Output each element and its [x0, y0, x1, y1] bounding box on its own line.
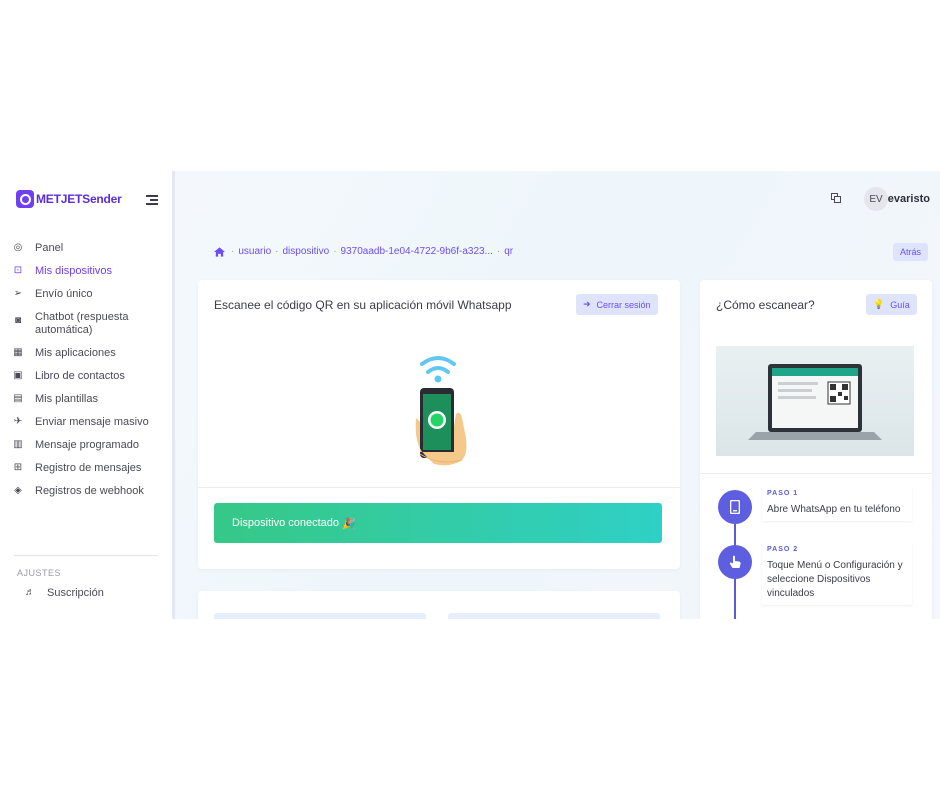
templates-icon: ▤ — [13, 393, 23, 404]
step-1: PASO 1 Abre WhatsApp en tu teléfono — [762, 486, 912, 521]
whatsapp-logo-icon — [16, 190, 34, 208]
topbar: EV evaristo — [178, 171, 940, 226]
sidebar-nav: ◎ Panel ⊡ Mis dispositivos ➢ Envío único… — [0, 242, 172, 508]
breadcrumb: · usuario · dispositivo · 9370aadb-1e04-… — [214, 246, 513, 257]
card-divider — [700, 473, 932, 474]
log-icon: ⊞ — [13, 462, 23, 473]
logout-icon: ➜ — [583, 299, 591, 309]
back-button[interactable]: Atrás — [892, 243, 928, 261]
sidebar-item-label: Enviar mensaje masivo — [35, 416, 149, 428]
placeholder-block — [448, 613, 660, 619]
logout-label: Cerrar sesión — [596, 299, 651, 310]
section-divider — [14, 555, 158, 556]
step-2: PASO 2 Toque Menú o Configuración y sele… — [762, 542, 912, 605]
phone-icon — [718, 490, 752, 524]
sidebar-item-label: Registros de webhook — [35, 485, 144, 497]
party-popper-icon: 🎉 — [342, 517, 356, 530]
step-1-text: Abre WhatsApp en tu teléfono — [767, 504, 901, 515]
robot-icon: ◙ — [14, 315, 22, 326]
settings-section-label: AJUSTES — [17, 568, 62, 578]
calendar-icon: ▥ — [13, 439, 23, 450]
breadcrumb-item-dispositivo[interactable]: dispositivo — [283, 246, 330, 257]
contacts-icon: ▣ — [13, 370, 23, 381]
sidebar-item-label: Panel — [35, 242, 64, 254]
dashboard-icon: ◎ — [13, 242, 23, 253]
laptop-qr-illustration — [716, 346, 914, 456]
sidebar-item-mis-aplicaciones[interactable]: ▦ Mis aplicaciones — [0, 347, 172, 360]
sidebar-item-label: Registro de mensajes — [35, 462, 142, 474]
sidebar-item-mensaje-programado[interactable]: ▥ Mensaje programado — [0, 439, 172, 452]
lightbulb-icon: 💡 — [873, 299, 885, 309]
secondary-card — [198, 591, 680, 619]
guide-button[interactable]: 💡 Guía — [866, 294, 917, 315]
sidebar-item-mis-plantillas[interactable]: ▤ Mis plantillas — [0, 393, 172, 406]
devices-icon: ⊡ — [13, 265, 23, 276]
send-icon: ➢ — [13, 288, 23, 299]
rocket-icon: ✈ — [13, 416, 23, 427]
sidebar-item-envio-unico[interactable]: ➢ Envío único — [0, 288, 172, 301]
avatar[interactable]: EV — [864, 187, 888, 211]
sidebar-item-label: Suscripción — [47, 587, 104, 599]
placeholder-block — [214, 613, 426, 619]
sidebar-item-registros-webhook[interactable]: ◈ Registros de webhook — [0, 485, 172, 498]
sidebar-item-mis-dispositivos[interactable]: ⊡ Mis dispositivos — [0, 265, 172, 278]
device-connected-status: Dispositivo conectado 🎉 — [214, 503, 662, 543]
copy-icon[interactable] — [831, 193, 841, 203]
subscription-icon: ♬ — [25, 587, 35, 598]
laptop-icon — [748, 364, 882, 440]
breadcrumb-separator: · — [231, 246, 235, 257]
breadcrumb-item-qr: qr — [504, 246, 514, 257]
sidebar-item-label: Mensaje programado — [35, 439, 139, 451]
phone-connected-illustration — [415, 356, 467, 466]
sidebar-item-libro-contactos[interactable]: ▣ Libro de contactos — [0, 370, 172, 383]
qr-card: Escanee el código QR en su aplicación mó… — [198, 280, 680, 569]
brand-name: METJETSender — [36, 192, 122, 206]
sidebar-item-chatbot[interactable]: ◙ Chatbot (respuesta automática) — [0, 311, 172, 337]
breadcrumb-separator: · — [333, 246, 337, 257]
sidebar-item-label: Libro de contactos — [35, 370, 125, 382]
how-to-scan-card: ¿Cómo escanear? 💡 Guía PASO 1 Abre Whats… — [700, 280, 932, 619]
home-icon[interactable] — [214, 246, 225, 257]
sidebar-item-registro-mensajes[interactable]: ⊞ Registro de mensajes — [0, 462, 172, 475]
brand-logo[interactable]: METJETSender — [16, 190, 122, 208]
username[interactable]: evaristo — [888, 193, 930, 205]
guide-label: Guía — [890, 299, 910, 310]
breadcrumb-separator: · — [496, 246, 501, 257]
app-shell: METJETSender ◎ Panel ⊡ Mis dispositivos … — [0, 171, 940, 619]
sidebar-item-label: Mis dispositivos — [35, 265, 113, 277]
sidebar-item-panel[interactable]: ◎ Panel — [0, 242, 172, 255]
breadcrumb-item-device-id[interactable]: 9370aadb-1e04-4722-9b6f-a323... — [341, 246, 493, 257]
hand-pointer-icon — [718, 545, 752, 579]
menu-toggle-icon[interactable] — [146, 195, 158, 207]
sidebar-item-label: Envío único — [35, 288, 93, 300]
apps-icon: ▦ — [13, 347, 23, 358]
sidebar-item-suscripcion[interactable]: ♬ Suscripción — [12, 587, 104, 600]
sidebar-item-label: Mis aplicaciones — [35, 347, 116, 359]
step-1-tag: PASO 1 — [767, 490, 799, 497]
sidebar-item-label: Mis plantillas — [35, 393, 98, 405]
sidebar-item-enviar-masivo[interactable]: ✈ Enviar mensaje masivo — [0, 416, 172, 429]
step-2-text: Toque Menú o Configuración y seleccione … — [767, 560, 903, 599]
qr-card-title: Escanee el código QR en su aplicación mó… — [214, 298, 512, 312]
card-divider — [198, 487, 680, 488]
sidebar-item-label: Chatbot (respuesta automática) — [35, 311, 129, 336]
logout-button[interactable]: ➜ Cerrar sesión — [576, 294, 658, 315]
sidebar: METJETSender ◎ Panel ⊡ Mis dispositivos … — [0, 171, 175, 619]
webhook-icon: ◈ — [14, 485, 22, 496]
step-2-tag: PASO 2 — [767, 546, 799, 553]
breadcrumb-item-usuario[interactable]: usuario — [238, 246, 271, 257]
guide-card-title: ¿Cómo escanear? — [716, 298, 815, 312]
breadcrumb-separator: · — [275, 246, 279, 257]
status-text: Dispositivo conectado — [232, 517, 340, 529]
